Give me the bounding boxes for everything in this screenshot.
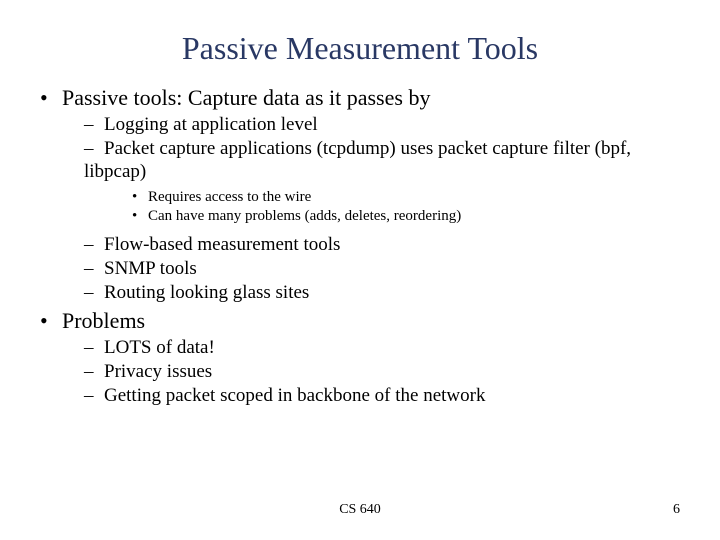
bullet-l1: Passive tools: Capture data as it passes…: [40, 85, 680, 304]
bullet-l2: LOTS of data!: [84, 336, 680, 359]
bullet-text: Packet capture applications (tcpdump) us…: [84, 138, 631, 182]
sub-list: Logging at application level Packet capt…: [40, 113, 680, 304]
sub-list: LOTS of data! Privacy issues Getting pac…: [40, 336, 680, 408]
bullet-text: Requires access to the wire: [148, 189, 311, 205]
bullet-text: LOTS of data!: [104, 337, 215, 358]
bullet-l2: Privacy issues: [84, 360, 680, 383]
slide: Passive Measurement Tools Passive tools:…: [0, 0, 720, 540]
bullet-l2: Getting packet scoped in backbone of the…: [84, 384, 680, 407]
bullet-text: Logging at application level: [104, 114, 318, 135]
bullet-l2: Logging at application level: [84, 113, 680, 136]
bullet-text: Can have many problems (adds, deletes, r…: [148, 208, 461, 224]
bullet-l2: Routing looking glass sites: [84, 281, 680, 304]
bullet-text: Routing looking glass sites: [104, 282, 309, 303]
bullet-text: Flow-based measurement tools: [104, 234, 340, 255]
bullet-text: Problems: [62, 308, 145, 333]
slide-title: Passive Measurement Tools: [40, 30, 680, 67]
bullet-l2: SNMP tools: [84, 257, 680, 280]
bullet-l3: Can have many problems (adds, deletes, r…: [132, 207, 680, 227]
bullet-l3: Requires access to the wire: [132, 188, 680, 208]
bullet-l1: Problems LOTS of data! Privacy issues Ge…: [40, 308, 680, 408]
bullet-text: SNMP tools: [104, 258, 197, 279]
bullet-text: Getting packet scoped in backbone of the…: [104, 385, 485, 406]
footer-course: CS 640: [0, 502, 720, 518]
bullet-list: Passive tools: Capture data as it passes…: [40, 85, 680, 408]
page-number: 6: [673, 502, 680, 518]
sub-sub-list: Requires access to the wire Can have man…: [84, 188, 680, 227]
bullet-l2: Packet capture applications (tcpdump) us…: [84, 137, 680, 226]
bullet-text: Privacy issues: [104, 361, 212, 382]
bullet-l2: Flow-based measurement tools: [84, 233, 680, 256]
bullet-text: Passive tools: Capture data as it passes…: [62, 85, 430, 110]
